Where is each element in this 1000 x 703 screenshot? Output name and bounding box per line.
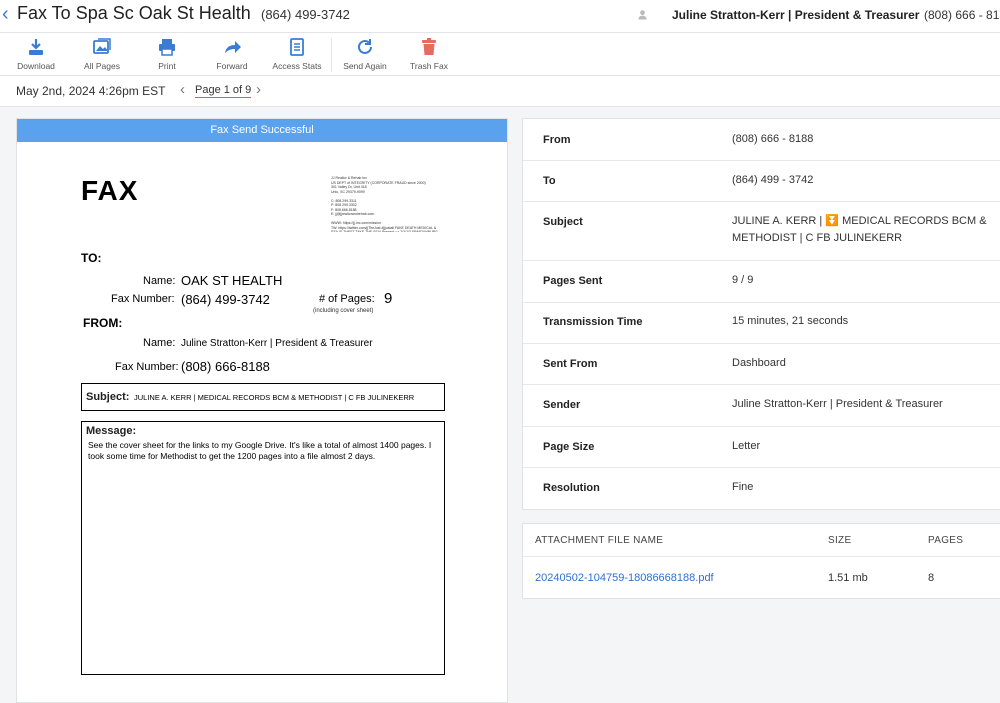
trash-icon (422, 38, 436, 55)
send-again-label: Send Again (343, 61, 387, 71)
detail-row-subject: Subject JULINE A. KERR | ⏬ MEDICAL RECOR… (523, 201, 1000, 261)
printer-icon (159, 39, 175, 56)
message-box: Message: See the cover sheet for the lin… (81, 421, 445, 675)
sender-letterhead: JJ Realtor & Rehab Inc US DEPT of INTEGR… (331, 176, 438, 232)
toolbar-divider (331, 38, 332, 72)
chevron-left-icon[interactable]: ‹ (180, 81, 185, 98)
trash-fax-button[interactable]: Trash Fax (394, 37, 464, 71)
detail-value: Juline Stratton-Kerr | President & Treas… (732, 398, 943, 410)
detail-row-from: From (808) 666 - 8188 (523, 119, 1000, 161)
forward-arrow-icon (225, 41, 241, 53)
chevron-right-icon[interactable]: › (256, 81, 261, 98)
download-label: Download (17, 61, 55, 71)
attachment-size-header: SIZE (828, 535, 852, 546)
fax-heading: FAX (81, 175, 139, 206)
download-button[interactable]: Download (1, 37, 71, 71)
to-fax-label: Fax Number: (111, 293, 175, 305)
detail-row-sender: Sender Juline Stratton-Kerr | President … (523, 384, 1000, 427)
detail-value: JULINE A. KERR | ⏬ MEDICAL RECORDS BCM &… (732, 215, 987, 244)
to-fax-number: (864) 499-3742 (181, 292, 270, 307)
account-phone: (808) 666 - 818 (924, 8, 1000, 22)
to-name: OAK ST HEALTH (181, 273, 283, 288)
fax-meta-bar: May 2nd, 2024 4:26pm EST ‹ Page 1 of 9 › (0, 76, 1000, 107)
divider (523, 556, 1000, 557)
send-status-banner: Fax Send Successful (17, 119, 507, 142)
from-label: FROM: (83, 316, 123, 330)
fax-details-panel: From (808) 666 - 8188 To (864) 499 - 374… (522, 118, 1000, 510)
access-stats-button[interactable]: Access Stats (262, 37, 332, 71)
subject-box: Subject: JULINE A. KERR | MEDICAL RECORD… (81, 383, 445, 411)
from-fax-label: Fax Number: (115, 361, 179, 373)
detail-value: 9 / 9 (732, 274, 754, 286)
all-pages-button[interactable]: All Pages (67, 37, 137, 71)
detail-key: Sent From (543, 358, 598, 370)
message-label: Message: (86, 425, 137, 437)
image-gallery-icon (93, 38, 111, 54)
recipient-phone: (864) 499-3742 (261, 7, 350, 22)
from-name-label: Name: (143, 337, 176, 349)
detail-value: Fine (732, 481, 754, 493)
title-bar: ‹ Fax To Spa Sc Oak St Health (864) 499-… (0, 0, 1000, 33)
page-title: Fax To Spa Sc Oak St Health (17, 3, 251, 23)
user-avatar-icon[interactable] (637, 9, 648, 20)
attachment-pages: 8 (928, 572, 935, 584)
detail-row-transmission-time: Transmission Time 15 minutes, 21 seconds (523, 302, 1000, 344)
attachment-pages-header: PAGES (928, 535, 964, 546)
pages-label: # of Pages: (319, 293, 375, 305)
print-label: Print (158, 61, 176, 71)
detail-value: 15 minutes, 21 seconds (732, 315, 849, 327)
page-indicator[interactable]: Page 1 of 9 (195, 84, 252, 98)
message-text: See the cover sheet for the links to my … (88, 440, 432, 461)
detail-value: Dashboard (732, 357, 786, 369)
from-name: Juline Stratton-Kerr | President & Treas… (181, 338, 373, 349)
back-chevron-icon[interactable]: ‹ (2, 3, 9, 26)
detail-key: Transmission Time (543, 316, 643, 328)
forward-button[interactable]: Forward (197, 37, 267, 71)
print-button[interactable]: Print (132, 37, 202, 71)
detail-row-sent-from: Sent From Dashboard (523, 343, 1000, 385)
detail-row-page-size: Page Size Letter (523, 426, 1000, 468)
toolbar: Download All Pages Print Forward Access … (0, 33, 1000, 76)
fax-page-preview[interactable]: Fax Send Successful FAX JJ Realtor & Reh… (16, 118, 508, 703)
trash-fax-label: Trash Fax (410, 61, 448, 71)
to-name-label: Name: (143, 275, 176, 287)
detail-key: Sender (543, 399, 581, 411)
detail-key: Pages Sent (543, 275, 603, 287)
detail-row-resolution: Resolution Fine (523, 467, 1000, 508)
detail-key: From (543, 134, 571, 146)
detail-key: Subject (543, 216, 583, 228)
to-label: TO: (81, 251, 102, 265)
detail-value: (864) 499 - 3742 (732, 174, 814, 186)
detail-value: (808) 666 - 8188 (732, 133, 814, 145)
account-name[interactable]: Juline Stratton-Kerr | President & Treas… (672, 8, 919, 22)
attachment-size: 1.51 mb (828, 572, 868, 584)
detail-row-to: To (864) 499 - 3742 (523, 160, 1000, 202)
detail-key: Resolution (543, 482, 600, 494)
detail-key: Page Size (543, 441, 595, 453)
access-stats-label: Access Stats (272, 61, 322, 71)
subject-value: JULINE A. KERR | MEDICAL RECORDS BCM & M… (134, 393, 415, 402)
from-fax-number: (808) 666-8188 (181, 359, 270, 374)
attachment-name-header: ATTACHMENT FILE NAME (535, 535, 664, 546)
all-pages-label: All Pages (84, 61, 120, 71)
detail-value: Letter (732, 440, 761, 452)
sent-date: May 2nd, 2024 4:26pm EST (16, 84, 166, 98)
subject-label: Subject: (86, 391, 130, 403)
pages-value: 9 (384, 290, 393, 307)
attachment-file-link[interactable]: 20240502-104759-18086668188.pdf (535, 572, 714, 584)
document-list-icon (290, 38, 304, 56)
download-icon (29, 39, 43, 55)
attachments-table: ATTACHMENT FILE NAME SIZE PAGES 20240502… (522, 523, 1000, 599)
send-again-button[interactable]: Send Again (330, 37, 400, 71)
detail-key: To (543, 175, 556, 187)
forward-label: Forward (216, 61, 248, 71)
detail-row-pages-sent: Pages Sent 9 / 9 (523, 260, 1000, 303)
pages-note: (including cover sheet) (313, 308, 374, 314)
refresh-icon (358, 39, 372, 54)
